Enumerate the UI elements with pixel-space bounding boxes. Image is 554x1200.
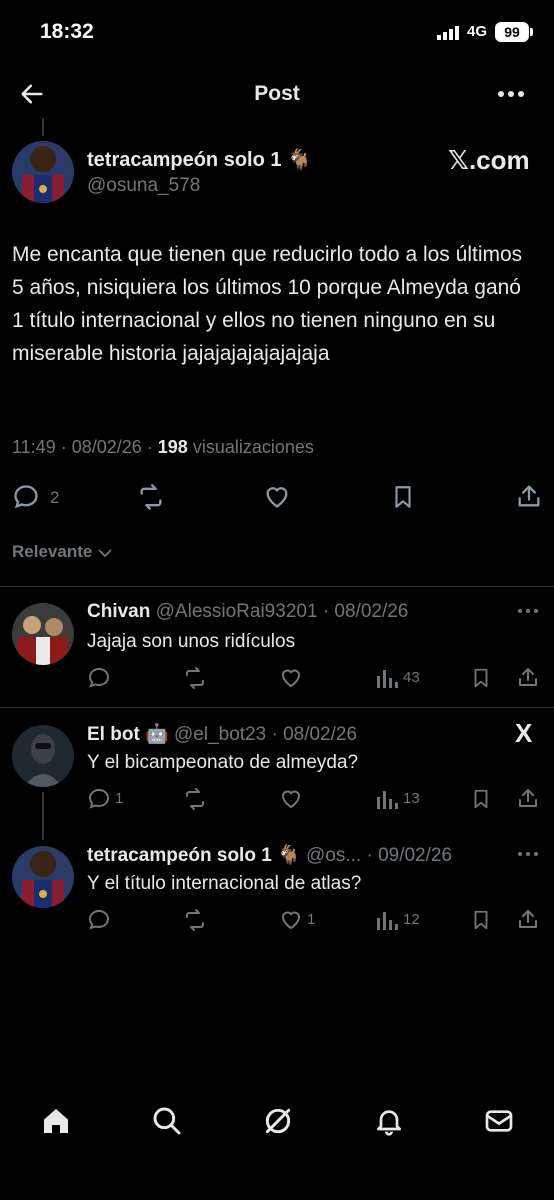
thread-line: [42, 118, 44, 136]
views-icon[interactable]: [376, 910, 398, 930]
more-icon[interactable]: [496, 84, 526, 104]
avatar[interactable]: [12, 725, 74, 787]
signal-icon: [437, 26, 461, 40]
avatar[interactable]: [12, 846, 74, 908]
like-icon[interactable]: [278, 787, 304, 811]
avatar[interactable]: [12, 603, 74, 665]
x-badge-icon: X: [515, 718, 533, 748]
status-time: 18:32: [40, 20, 94, 43]
sort-filter-label: Relevante: [12, 542, 93, 561]
source-label: 𝕏.com: [448, 145, 530, 175]
reply-button[interactable]: [12, 483, 40, 511]
more-icon[interactable]: [516, 605, 540, 617]
reply-handle-date[interactable]: @AlessioRai93201 · 08/02/26: [156, 601, 409, 622]
share-button[interactable]: [515, 481, 543, 511]
divider: [0, 586, 554, 587]
like-icon[interactable]: [278, 908, 304, 932]
mail-icon[interactable]: [483, 1105, 515, 1137]
post-text: Me encanta que tienen que reducirlo todo…: [12, 243, 523, 365]
retweet-icon[interactable]: [182, 787, 208, 811]
views-count: 13: [403, 790, 420, 807]
grok-icon[interactable]: [262, 1105, 294, 1137]
views-icon[interactable]: [376, 789, 398, 809]
reply-header: El bot 🤖 @el_bot23 · 08/02/26: [87, 722, 357, 746]
avatar[interactable]: [12, 141, 74, 203]
reply-text: Jajaja son unos ridículos: [87, 631, 296, 652]
chevron-down-icon: [98, 548, 112, 557]
author-name[interactable]: tetracampeón solo 1 🐐: [87, 147, 312, 172]
reply-author-name[interactable]: Chivan: [87, 601, 150, 622]
search-icon[interactable]: [151, 1105, 183, 1137]
bookmark-icon[interactable]: [470, 666, 492, 690]
reply-handle-date[interactable]: @el_bot23 · 08/02/26: [174, 724, 357, 745]
home-icon[interactable]: [40, 1105, 72, 1137]
post-time: 11:49 · 08/02/26 ·: [12, 437, 158, 457]
reply-count: 1: [115, 790, 124, 807]
retweet-icon[interactable]: [182, 666, 208, 690]
retweet-button[interactable]: [136, 483, 166, 511]
reply-author-name[interactable]: tetracampeón solo 1 🐐: [87, 845, 301, 866]
reply-author-name[interactable]: El bot 🤖: [87, 724, 169, 745]
reply-icon[interactable]: [87, 908, 111, 932]
author-handle[interactable]: @osuna_578: [87, 175, 200, 197]
sort-filter[interactable]: Relevante: [12, 542, 113, 562]
divider: [0, 707, 554, 708]
reply-handle-date[interactable]: @os... · 09/02/26: [306, 845, 452, 866]
views-icon[interactable]: [376, 668, 398, 688]
bookmark-icon[interactable]: [470, 787, 492, 811]
reply-count: 2: [50, 488, 60, 507]
retweet-icon[interactable]: [182, 908, 208, 932]
share-icon[interactable]: [516, 906, 540, 932]
views-label: visualizaciones: [187, 437, 314, 457]
like-button[interactable]: [262, 483, 292, 511]
network-label: 4G: [467, 23, 488, 40]
post-meta: 11:49 · 08/02/26 · 198 visualizaciones: [12, 437, 314, 458]
thread-line: [42, 792, 44, 840]
share-icon[interactable]: [516, 664, 540, 690]
bookmark-button[interactable]: [390, 483, 416, 511]
views-count: 198: [157, 437, 188, 457]
bookmark-icon[interactable]: [470, 908, 492, 932]
views-count: 43: [403, 669, 420, 686]
reply-text: Y el título internacional de atlas?: [87, 873, 362, 894]
like-count: 1: [307, 911, 316, 928]
reply-icon[interactable]: [87, 666, 111, 690]
more-icon[interactable]: [516, 848, 540, 860]
reply-header: Chivan @AlessioRai93201 · 08/02/26: [87, 601, 408, 623]
battery-tip: [530, 28, 533, 36]
reply-header: tetracampeón solo 1 🐐 @os... · 09/02/26: [87, 843, 452, 867]
page-title: Post: [254, 82, 300, 105]
battery-indicator: 99: [495, 22, 529, 42]
views-count: 12: [403, 911, 420, 928]
share-icon[interactable]: [516, 785, 540, 811]
like-icon[interactable]: [278, 666, 304, 690]
reply-text: Y el bicampeonato de almeyda?: [87, 752, 359, 773]
reply-icon[interactable]: [87, 787, 111, 811]
bell-icon[interactable]: [373, 1105, 405, 1137]
